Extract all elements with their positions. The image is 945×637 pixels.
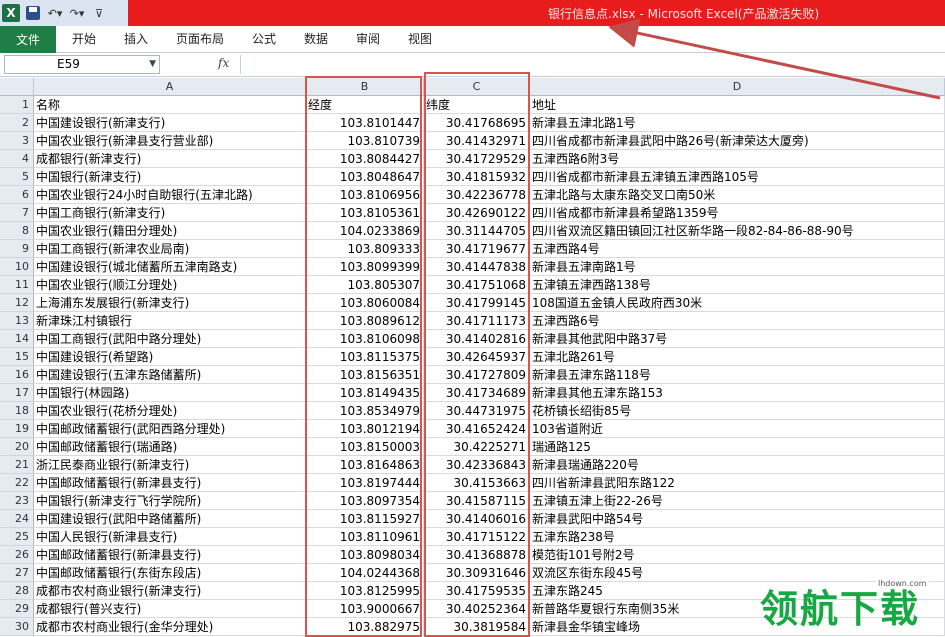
annotation-arrow-icon xyxy=(608,18,941,100)
watermark-url: lhdown.com xyxy=(876,579,929,588)
